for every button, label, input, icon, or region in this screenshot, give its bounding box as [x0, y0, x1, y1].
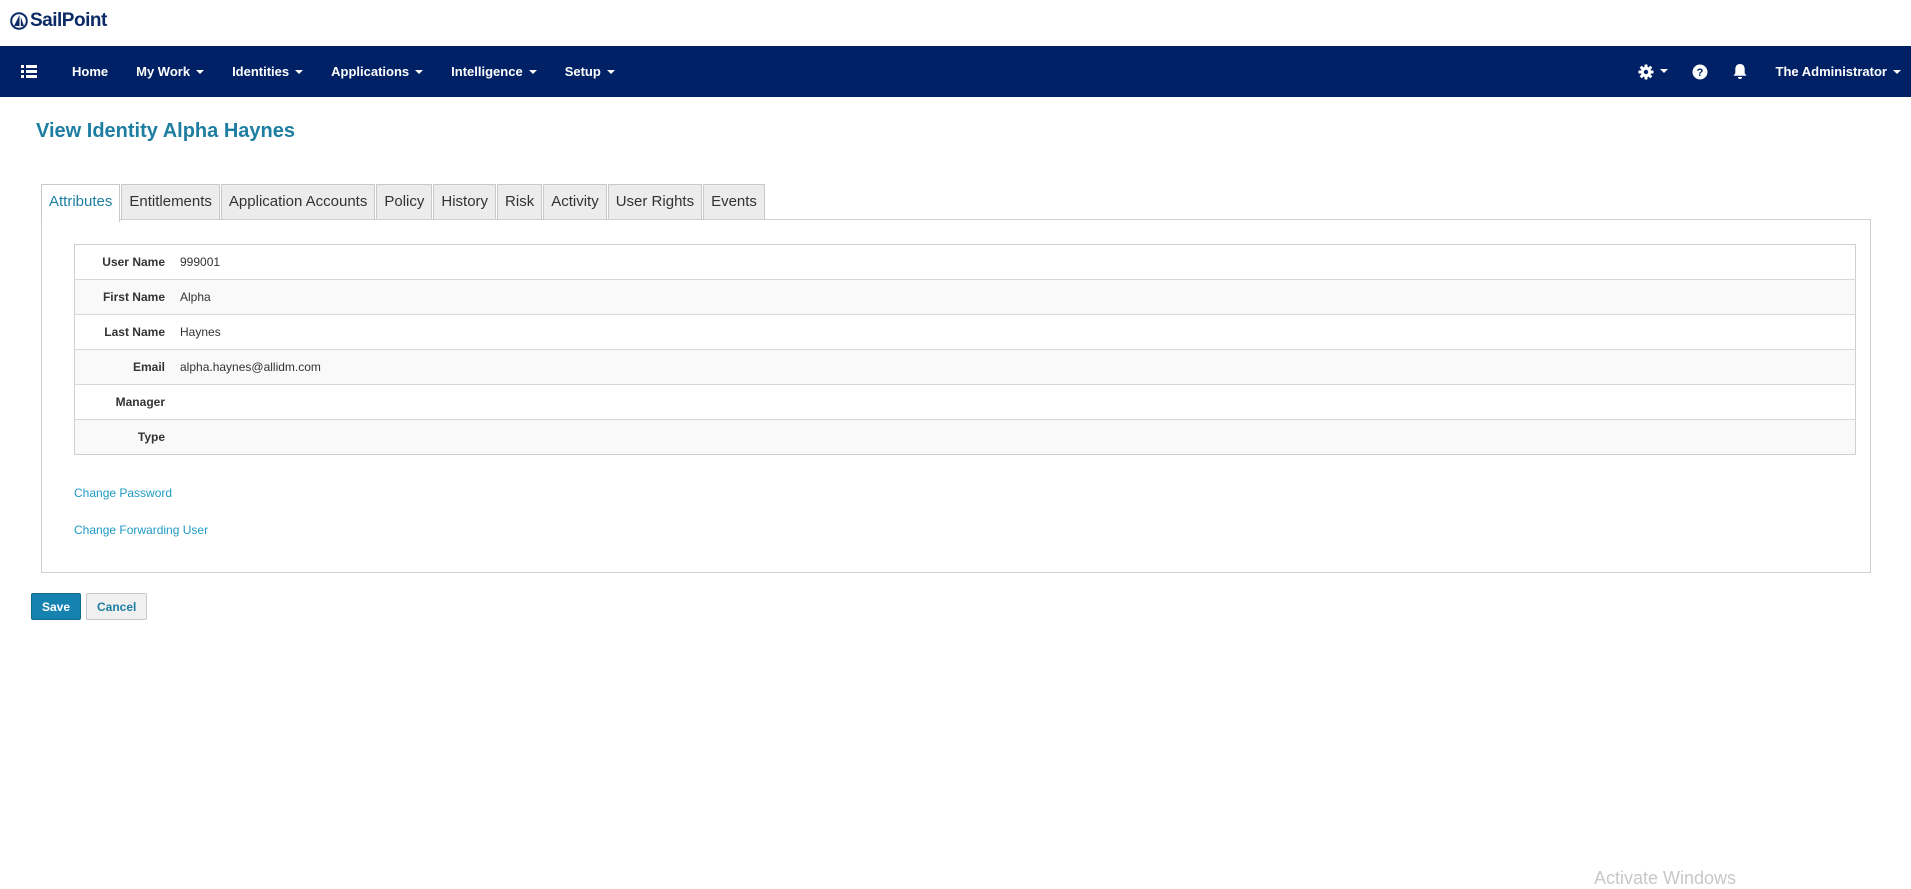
- caret-down-icon: [528, 69, 537, 74]
- attribute-label: User Name: [102, 255, 165, 269]
- caret-down-icon: [606, 69, 615, 74]
- change-password-link[interactable]: Change Password: [74, 486, 172, 500]
- tab-events[interactable]: Events: [703, 184, 765, 219]
- attribute-value: [174, 420, 1856, 455]
- attribute-label: Manager: [115, 395, 165, 409]
- nav-setup-label: Setup: [564, 64, 601, 79]
- save-button[interactable]: Save: [31, 593, 81, 620]
- page-title: View Identity Alpha Haynes: [36, 120, 295, 142]
- logo-text: SailPoint: [30, 10, 107, 31]
- attribute-value: alpha.haynes@allidm.com: [180, 360, 321, 374]
- caret-down-icon: [196, 69, 205, 74]
- attribute-label: Type: [137, 430, 165, 444]
- nav-identities-label: Identities: [232, 64, 290, 79]
- nav-home-label: Home: [72, 64, 109, 79]
- settings-menu-button[interactable]: [1626, 46, 1680, 97]
- nav-home[interactable]: Home: [58, 46, 122, 97]
- table-row: User Name 999001: [74, 245, 1856, 280]
- gear-icon: [1638, 64, 1654, 79]
- table-row: Email alpha.haynes@allidm.com: [74, 349, 1856, 385]
- tab-application-accounts[interactable]: Application Accounts: [220, 184, 376, 219]
- nav-my-work-label: My Work: [136, 64, 191, 79]
- identity-tabs: Attributes Entitlements Application Acco…: [41, 184, 766, 222]
- tab-user-rights[interactable]: User Rights: [607, 184, 703, 219]
- cancel-button[interactable]: Cancel: [86, 593, 147, 620]
- help-button[interactable]: ?: [1680, 46, 1720, 97]
- attribute-value: [174, 385, 1856, 420]
- user-name: The Administrator: [1775, 64, 1887, 79]
- attribute-value: Alpha: [180, 290, 211, 304]
- table-row: Type: [74, 419, 1856, 455]
- windows-activation-watermark: Activate Windows: [1594, 868, 1737, 888]
- sailpoint-logo[interactable]: SailPoint: [10, 10, 107, 32]
- notifications-button[interactable]: [1720, 46, 1760, 97]
- attribute-value: 999001: [180, 255, 221, 269]
- nav-setup[interactable]: Setup: [551, 46, 629, 97]
- caret-down-icon: [295, 69, 304, 74]
- main-navbar: Home My Work Identities Applications Int…: [0, 46, 1911, 97]
- list-menu-icon[interactable]: [0, 46, 58, 97]
- tab-activity[interactable]: Activity: [543, 184, 607, 219]
- table-row: Last Name Haynes: [74, 315, 1856, 350]
- attribute-label: Last Name: [104, 325, 165, 339]
- tab-entitlements[interactable]: Entitlements: [121, 184, 220, 219]
- nav-intelligence[interactable]: Intelligence: [437, 46, 551, 97]
- attribute-value: Haynes: [180, 325, 221, 339]
- attribute-label: First Name: [102, 290, 165, 304]
- attribute-label: Email: [132, 360, 165, 374]
- nav-identities[interactable]: Identities: [218, 46, 317, 97]
- nav-applications-label: Applications: [331, 64, 410, 79]
- nav-my-work[interactable]: My Work: [122, 46, 218, 97]
- logo-bar: SailPoint: [0, 0, 1911, 46]
- tab-history[interactable]: History: [433, 184, 497, 219]
- tab-attributes[interactable]: Attributes: [41, 184, 121, 222]
- svg-text:?: ?: [1696, 67, 1703, 79]
- attributes-panel: User Name 999001 First Name Alpha Last N…: [41, 219, 1871, 573]
- table-row: First Name Alpha: [74, 279, 1856, 315]
- nav-intelligence-label: Intelligence: [451, 64, 523, 79]
- change-forwarding-user-link[interactable]: Change Forwarding User: [74, 523, 208, 537]
- user-menu[interactable]: The Administrator: [1760, 46, 1911, 97]
- tab-policy[interactable]: Policy: [376, 184, 433, 219]
- attributes-table: User Name 999001 First Name Alpha Last N…: [74, 244, 1856, 455]
- caret-down-icon: [415, 69, 424, 74]
- help-icon: ?: [1692, 64, 1708, 79]
- tab-risk[interactable]: Risk: [497, 184, 543, 219]
- caret-down-icon: [1659, 68, 1668, 73]
- caret-down-icon: [1893, 69, 1901, 74]
- nav-applications[interactable]: Applications: [317, 46, 437, 97]
- sailpoint-logo-icon: [10, 12, 28, 30]
- table-row: Manager: [74, 385, 1856, 420]
- bell-icon: [1733, 64, 1747, 79]
